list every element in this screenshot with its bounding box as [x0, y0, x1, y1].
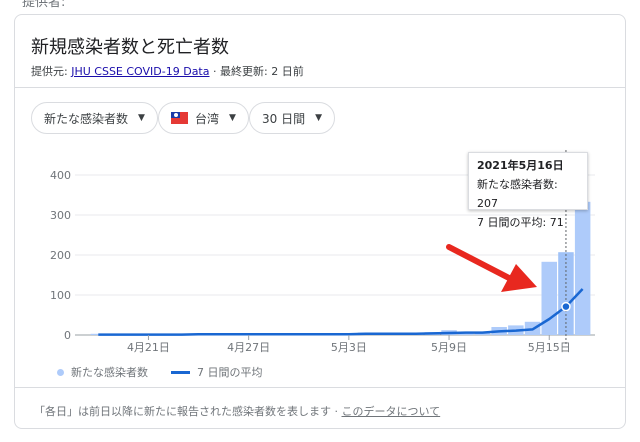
legend-average[interactable]: 7 日間の平均: [171, 364, 263, 380]
y-tick-label: 300: [50, 209, 71, 222]
tooltip-cases: 新たな感染者数: 207: [477, 178, 558, 210]
footer-separator: ·: [334, 405, 339, 418]
x-tick-label: 4月21日: [127, 341, 170, 354]
footer-divider: [15, 387, 625, 388]
chart-tooltip: 2021年5月16日 新たな感染者数: 207 7 日間の平均: 71: [468, 152, 588, 229]
red-arrow-shaft: [446, 244, 514, 282]
legend-cases-label: 新たな感染者数: [71, 366, 148, 379]
y-tick-label: 100: [50, 289, 71, 302]
tooltip-date: 2021年5月16日: [477, 159, 564, 172]
y-tick-label: 400: [50, 169, 71, 182]
x-tick-label: 5月9日: [431, 341, 467, 354]
previous-section-label: 提供者:: [22, 0, 66, 10]
legend-average-label: 7 日間の平均: [197, 366, 263, 379]
legend-average-swatch: [171, 370, 190, 374]
footer-text: 「各日」は前日以降に新たに報告された感染者数を表します: [34, 405, 331, 418]
legend-cases-swatch: [57, 368, 64, 376]
footer-note: 「各日」は前日以降に新たに報告された感染者数を表します · このデータについて: [34, 403, 440, 419]
hover-point: [561, 301, 571, 312]
x-tick-label: 5月15日: [528, 341, 571, 354]
y-tick-label: 200: [50, 249, 71, 262]
x-tick-label: 4月27日: [227, 341, 270, 354]
data-bar: [541, 261, 557, 335]
tooltip-average: 7 日間の平均: 71: [477, 216, 564, 229]
y-tick-label: 0: [64, 329, 71, 342]
about-data-link[interactable]: このデータについて: [342, 405, 441, 418]
covid-stats-card: 新規感染者数と死亡者数 提供元: JHU CSSE COVID-19 Data …: [14, 14, 626, 429]
legend-cases[interactable]: 新たな感染者数: [57, 364, 148, 380]
x-tick-label: 5月3日: [331, 341, 367, 354]
